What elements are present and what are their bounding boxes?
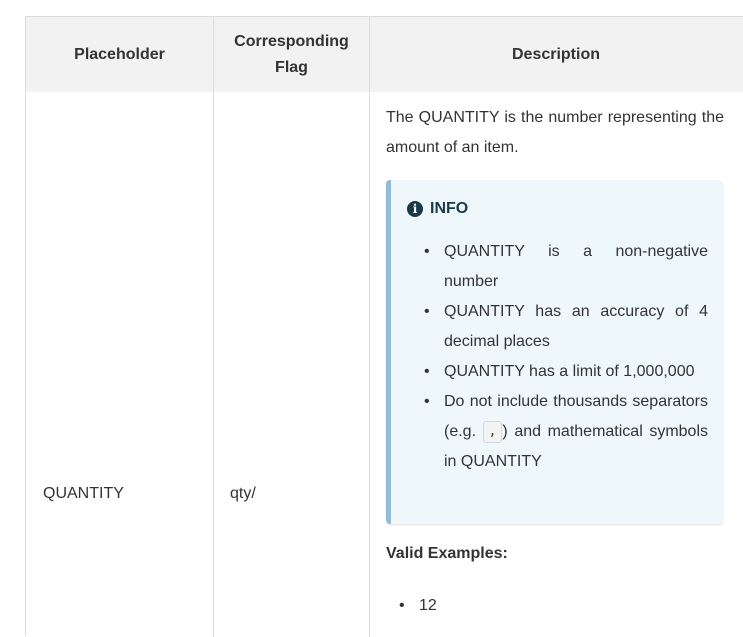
header-description: Description [511,45,600,63]
column-divider [369,17,370,637]
info-list: QUANTITY is a non-negative number QUANTI… [391,237,708,477]
column-divider [213,17,214,637]
header-placeholder: Placeholder [74,45,165,63]
cell-flag: qty/ [230,485,256,502]
info-callout: i INFO QUANTITY is a non-negative number… [386,180,723,524]
info-list-item: Do not include thousands separators (e.g… [391,387,708,477]
header-corresponding-flag: Corresponding Flag [234,32,349,76]
inline-code-comma: , [482,420,503,443]
description-intro: The QUANTITY is the number representing … [386,109,724,156]
info-list-item: QUANTITY has a limit of 1,000,000 [391,357,708,387]
info-title: INFO [430,200,469,217]
info-heading: i INFO [407,200,468,218]
info-icon: i [407,201,423,217]
placeholder-table: Placeholder Corresponding Flag Descriptio… [25,16,743,637]
valid-examples-title: Valid Examples: [386,545,508,562]
cell-placeholder: QUANTITY [43,485,124,502]
info-list-item: QUANTITY is a non-negative number [391,237,708,297]
info-list-item: QUANTITY has an accuracy of 4 decimal pl… [391,297,708,357]
